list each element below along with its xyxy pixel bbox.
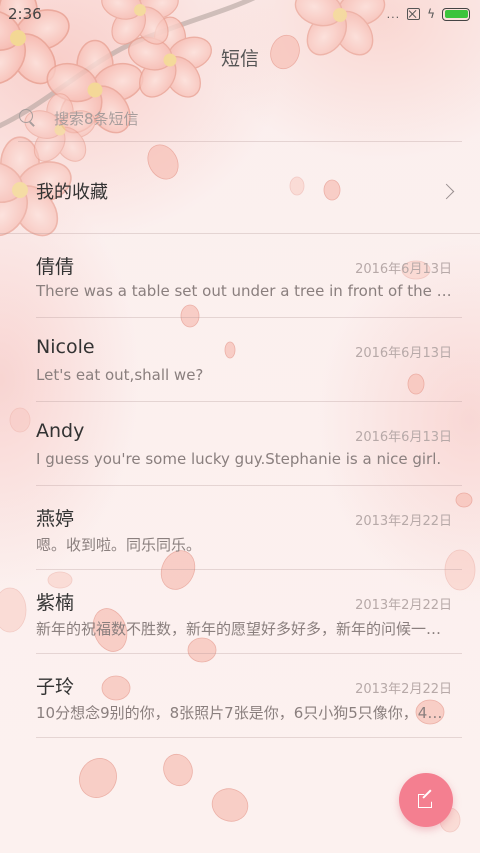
message-preview: I guess you're some lucky guy.Stephanie …	[36, 450, 442, 468]
message-date: 2016年6月13日	[355, 346, 452, 361]
conversation-item[interactable]: Nicole 2016年6月13日 Let's eat out,shall we…	[0, 318, 480, 402]
message-preview: There was a table set out under a tree i…	[36, 282, 456, 300]
conversation-item[interactable]: 倩倩 2016年6月13日 There was a table set out …	[0, 234, 480, 318]
conversation-item[interactable]: Andy 2016年6月13日 I guess you're some luck…	[0, 402, 480, 486]
contact-name: 紫楠	[36, 592, 75, 614]
message-preview: 嗯。收到啦。同乐同乐。	[36, 536, 202, 554]
conversation-list: 倩倩 2016年6月13日 There was a table set out …	[0, 234, 480, 738]
message-date: 2013年2月22日	[355, 598, 452, 613]
search-placeholder[interactable]: 搜索8条短信	[54, 108, 139, 129]
favorites-row[interactable]: 我的收藏	[0, 158, 480, 224]
search-bar[interactable]: 搜索8条短信	[18, 96, 462, 140]
charging-bolt-icon: ϟ	[427, 7, 435, 21]
contact-name: Nicole	[36, 336, 95, 358]
message-date: 2013年2月22日	[355, 514, 452, 529]
message-preview: 新年的祝福数不胜数，新年的愿望好多好多，新年的问候一句又一句	[36, 620, 456, 638]
compose-icon	[418, 789, 434, 808]
battery-icon	[442, 7, 470, 21]
contact-name: 倩倩	[36, 256, 75, 278]
divider	[18, 141, 462, 142]
favorites-label: 我的收藏	[36, 182, 108, 203]
conversation-item[interactable]: 燕婷 2013年2月22日 嗯。收到啦。同乐同乐。	[0, 486, 480, 570]
battery-level	[444, 10, 468, 18]
conversation-item[interactable]: 紫楠 2013年2月22日 新年的祝福数不胜数，新年的愿望好多好多，新年的问候一…	[0, 570, 480, 654]
status-bar: 2:36 ... ϟ	[0, 0, 480, 28]
message-preview: 10分想念9别的你，8张照片7张是你，6只小狗5只像你，4季更替	[36, 704, 456, 722]
conversation-item[interactable]: 子玲 2013年2月22日 10分想念9别的你，8张照片7张是你，6只小狗5只像…	[0, 654, 480, 738]
contact-name: Andy	[36, 420, 85, 442]
notification-dots-icon: ...	[386, 7, 401, 21]
message-date: 2016年6月13日	[355, 262, 452, 277]
status-time: 2:36	[8, 5, 42, 23]
message-preview: Let's eat out,shall we?	[36, 366, 204, 384]
message-date: 2013年2月22日	[355, 682, 452, 697]
search-icon	[18, 108, 38, 128]
sim-off-icon	[407, 8, 421, 20]
contact-name: 燕婷	[36, 508, 75, 530]
chevron-right-icon	[438, 183, 455, 199]
page-title: 短信	[220, 48, 259, 70]
divider	[36, 737, 462, 738]
contact-name: 子玲	[36, 676, 75, 698]
message-date: 2016年6月13日	[355, 430, 452, 445]
status-icons: ... ϟ	[387, 7, 470, 21]
compose-button[interactable]	[399, 773, 453, 827]
